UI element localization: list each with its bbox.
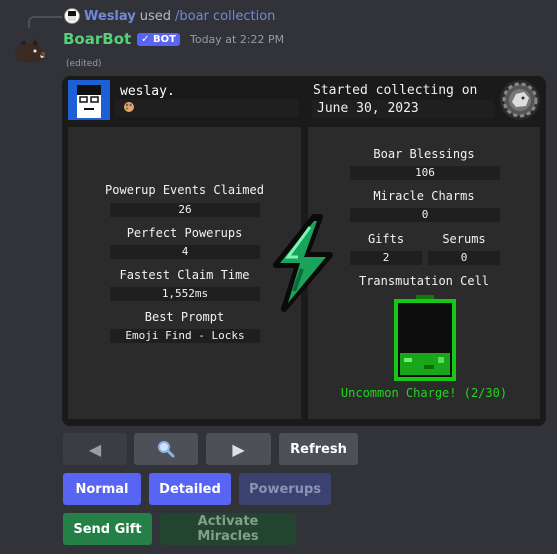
perfect-powerups-value: 4 [110, 245, 260, 259]
profile-username-text: weslay. [120, 84, 175, 99]
boar-icon [14, 39, 45, 63]
activate-miracles-button[interactable]: Activate Miracles [160, 513, 296, 545]
left-arrow-icon: ◀ [88, 439, 102, 459]
serums-label: Serums [442, 232, 486, 246]
message-timestamp: Today at 2:22 PM [189, 32, 285, 46]
reply-connector [28, 16, 62, 28]
bot-tag: ✓ BOT [137, 32, 180, 46]
gifts-value: 2 [350, 251, 422, 265]
serums-value: 0 [428, 251, 500, 265]
refresh-button[interactable]: Refresh [279, 433, 358, 465]
miracle-charms-value: 0 [350, 208, 500, 222]
transmutation-cell-label: Transmutation Cell [358, 274, 490, 288]
profile-username: weslay. [115, 80, 299, 99]
badge-row [115, 99, 299, 117]
reply-reference[interactable]: Weslay used /boar collection [64, 8, 275, 24]
detailed-view-button[interactable]: Detailed [149, 473, 231, 505]
powerup-events-value: 26 [110, 203, 260, 217]
battery-icon [394, 295, 456, 381]
message-header: BoarBot ✓ BOT Today at 2:22 PM [63, 30, 284, 48]
bot-avatar[interactable] [8, 32, 48, 72]
search-button[interactable] [134, 433, 198, 465]
author-name[interactable]: BoarBot [63, 30, 131, 48]
badge-gear-icon [500, 80, 540, 120]
blessings-label: Boar Blessings [373, 147, 475, 161]
normal-view-button[interactable]: Normal [63, 473, 141, 505]
search-icon [158, 441, 175, 458]
best-prompt-value: Emoji Find - Locks [110, 329, 260, 343]
lightning-bolt-icon [273, 214, 333, 312]
started-date: June 30, 2023 [317, 101, 419, 116]
right-arrow-icon: ▶ [232, 439, 245, 459]
reply-used-text: used [139, 8, 171, 24]
next-page-button[interactable]: ▶ [206, 433, 271, 465]
blessings-value: 106 [350, 166, 500, 180]
started-date-field: June 30, 2023 [312, 100, 494, 118]
edited-label: (edited) [66, 59, 102, 69]
previous-page-button[interactable]: ◀ [63, 433, 127, 465]
cell-charge-text: Uncommon Charge! (2/30) [340, 386, 508, 400]
miracle-charms-label: Miracle Charms [373, 189, 475, 203]
replied-username[interactable]: Weslay [84, 9, 136, 24]
powerup-events-label: Powerup Events Claimed [105, 183, 264, 197]
powerups-view-button[interactable]: Powerups [239, 473, 331, 505]
send-gift-button[interactable]: Send Gift [63, 513, 152, 545]
replied-user-avatar [64, 8, 80, 24]
user-profile-picture [68, 80, 110, 120]
gifts-label: Gifts [367, 232, 405, 246]
palette-badge-icon [124, 102, 134, 112]
reply-command[interactable]: /boar collection [175, 9, 275, 24]
fastest-claim-value: 1,552ms [110, 287, 260, 301]
started-label: Started collecting on [313, 83, 478, 98]
started-collecting-box: Started collecting on June 30, 2023 [308, 80, 494, 118]
